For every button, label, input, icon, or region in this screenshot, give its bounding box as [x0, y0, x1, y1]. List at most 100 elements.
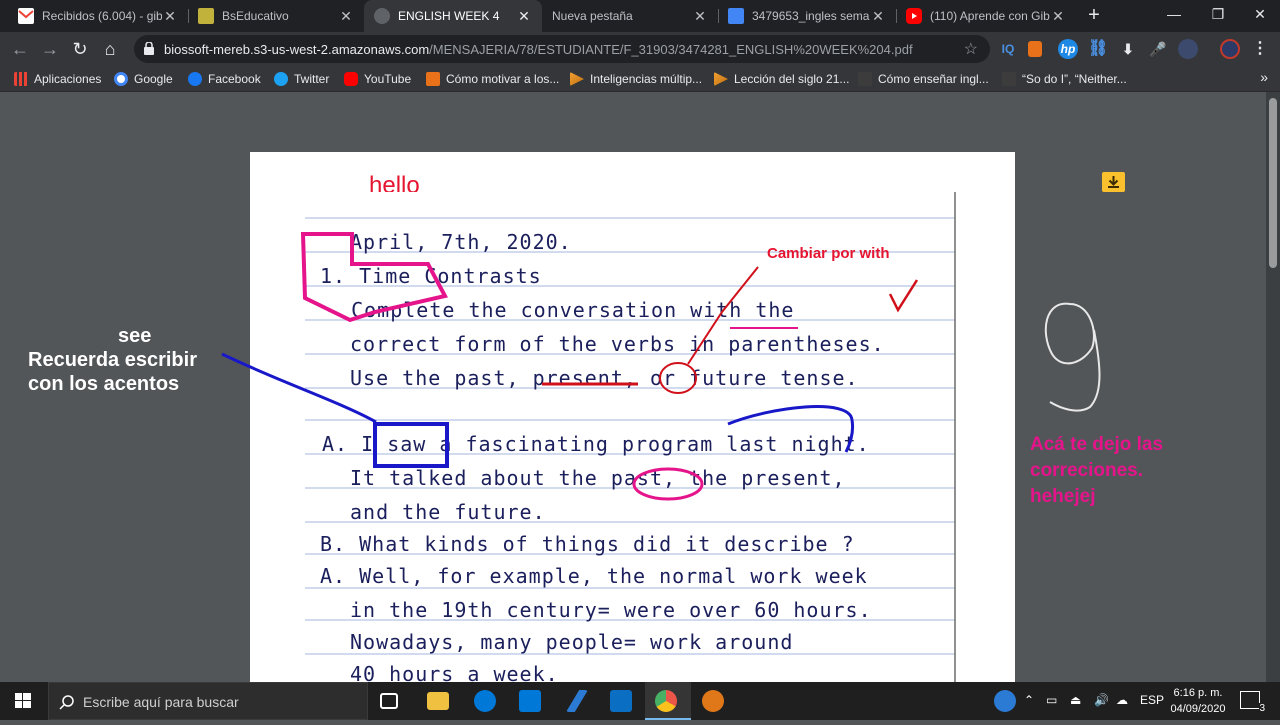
- bookmark-star-icon[interactable]: ☆: [964, 39, 978, 59]
- tab-title: Recibidos (6.004) - gibs: [42, 9, 162, 23]
- clock[interactable]: 6:16 p. m. 04/09/2020: [1166, 685, 1230, 717]
- tab-title: BsEducativo: [222, 9, 289, 23]
- close-icon[interactable]: ✕: [1050, 8, 1066, 25]
- recuerda-line: Recuerda escribir: [28, 349, 197, 371]
- bookmark-label: Aplicaciones: [34, 72, 102, 86]
- task-view-icon[interactable]: [380, 693, 398, 709]
- more-bookmarks-icon[interactable]: »: [1260, 69, 1268, 85]
- menu-dots-icon[interactable]: ⋮: [1250, 39, 1270, 59]
- blank-page-icon: [1002, 72, 1016, 86]
- forward-icon[interactable]: →: [38, 37, 62, 61]
- twitter-icon: [274, 72, 288, 86]
- notifications-icon[interactable]: 3: [1240, 691, 1265, 714]
- close-icon[interactable]: ✕: [692, 8, 708, 25]
- arrow-site-icon: [714, 72, 728, 86]
- tab-google-docs[interactable]: 3479653_ingles semana ✕: [718, 0, 896, 32]
- usb-icon[interactable]: ⏏: [1070, 693, 1081, 707]
- scrollbar-thumb[interactable]: [1269, 98, 1277, 268]
- globe-icon: [374, 8, 390, 24]
- close-window-icon[interactable]: ✕: [1238, 0, 1280, 30]
- bookmark-google[interactable]: Google: [114, 70, 173, 88]
- reload-icon[interactable]: ↻: [68, 37, 92, 61]
- tab-nueva-pestana[interactable]: Nueva pestaña ✕: [542, 0, 718, 32]
- download-icon[interactable]: [1102, 172, 1125, 192]
- minimize-icon[interactable]: —: [1152, 0, 1196, 30]
- acentos-line: con los acentos: [28, 373, 180, 395]
- bookmark-label: Cómo enseñar ingl...: [878, 72, 989, 86]
- bookmark-facebook[interactable]: Facebook: [188, 70, 261, 88]
- google-icon: [114, 72, 128, 86]
- see-text: see: [118, 325, 152, 347]
- search-placeholder: Escribe aquí para buscar: [83, 694, 239, 710]
- page-scrollbar[interactable]: [1266, 92, 1280, 682]
- corrections-line: hehejej: [1030, 486, 1096, 507]
- bookmark-leccion[interactable]: Lección del siglo 21...: [714, 70, 849, 88]
- windows-logo-icon: [15, 693, 31, 708]
- corrections-line: correciones.: [1030, 460, 1143, 481]
- ext-iq-icon[interactable]: IQ: [998, 39, 1018, 59]
- tab-youtube[interactable]: (110) Aprende con Gibs ✕: [896, 0, 1076, 32]
- close-icon[interactable]: ✕: [162, 8, 178, 25]
- back-icon[interactable]: ←: [8, 37, 32, 61]
- profile-avatar[interactable]: [1220, 39, 1240, 59]
- tab-title: (110) Aprende con Gibs: [930, 9, 1050, 23]
- tab-title: 3479653_ingles semana: [752, 9, 870, 23]
- edge-icon[interactable]: [474, 690, 496, 712]
- start-button[interactable]: [0, 682, 46, 720]
- close-icon[interactable]: ✕: [338, 8, 354, 25]
- bookmark-label: Google: [134, 72, 173, 86]
- app-lightning-icon[interactable]: [566, 690, 588, 712]
- mail-icon[interactable]: [610, 690, 632, 712]
- orange-site-icon: [426, 72, 440, 86]
- bookmark-como-ensenar[interactable]: Cómo enseñar ingl...: [858, 70, 989, 88]
- new-tab-button[interactable]: +: [1083, 4, 1105, 26]
- home-icon[interactable]: ⌂: [98, 37, 122, 61]
- bookmark-label: “So do I”, “Neither...: [1022, 72, 1127, 86]
- youtube-icon: [906, 8, 922, 24]
- lock-icon: [144, 42, 154, 55]
- extension-user-icon[interactable]: [1178, 39, 1198, 59]
- tab-title: ENGLISH WEEK 4: [398, 9, 500, 23]
- bookmark-aplicaciones[interactable]: Aplicaciones: [14, 70, 101, 88]
- bookmark-twitter[interactable]: Twitter: [274, 70, 329, 88]
- hp-icon[interactable]: hp: [1058, 39, 1078, 59]
- google-docs-icon: [728, 8, 744, 24]
- arrow-site-icon: [570, 72, 584, 86]
- blue-stroke-markup: [221, 352, 377, 424]
- bookmark-label: Twitter: [294, 72, 330, 86]
- close-icon[interactable]: ✕: [870, 8, 886, 25]
- restore-icon[interactable]: ❐: [1196, 0, 1240, 30]
- close-icon[interactable]: ✕: [516, 8, 532, 25]
- bookmark-label: Facebook: [208, 72, 261, 86]
- tab-bseducativo[interactable]: BsEducativo ✕: [188, 0, 364, 32]
- corrections-line: Acá te dejo las: [1030, 434, 1164, 455]
- bookmark-label: Cómo motivar a los...: [446, 72, 560, 86]
- help-icon[interactable]: [994, 690, 1016, 712]
- address-bar[interactable]: biossoft-mereb.s3-us-west-2.amazonaws.co…: [134, 35, 990, 63]
- language-indicator[interactable]: ESP: [1140, 693, 1164, 707]
- bookmark-so-do-i[interactable]: “So do I”, “Neither...: [1002, 70, 1127, 88]
- url-host: biossoft-mereb.s3-us-west-2.amazonaws.co…: [164, 42, 430, 57]
- app-orange-icon[interactable]: [702, 690, 724, 712]
- bookmark-como-motivar[interactable]: Cómo motivar a los...: [426, 70, 559, 88]
- chevron-up-icon[interactable]: ⌃: [1024, 693, 1034, 707]
- taskbar-search[interactable]: Escribe aquí para buscar: [48, 682, 368, 720]
- file-explorer-icon[interactable]: [427, 692, 449, 710]
- download-ext-icon[interactable]: ⬇: [1118, 39, 1138, 59]
- network-icon[interactable]: ▭: [1046, 693, 1057, 707]
- blank-page-icon: [858, 72, 872, 86]
- bookmark-inteligencias[interactable]: Inteligencias múltip...: [570, 70, 702, 88]
- tab-title: Nueva pestaña: [552, 9, 633, 23]
- bookmark-label: YouTube: [364, 72, 412, 86]
- tab-gmail[interactable]: Recibidos (6.004) - gibs ✕: [8, 0, 188, 32]
- microphone-icon[interactable]: 🎤: [1148, 39, 1168, 59]
- link-icon[interactable]: ⛓: [1088, 39, 1108, 59]
- office-icon[interactable]: [1028, 41, 1042, 57]
- bookmark-youtube[interactable]: YouTube: [344, 70, 411, 88]
- youtube-icon: [344, 72, 358, 86]
- volume-icon[interactable]: 🔊: [1094, 693, 1109, 707]
- notification-count: 3: [1259, 703, 1265, 714]
- store-icon[interactable]: [519, 690, 541, 712]
- tab-english-week-4[interactable]: ENGLISH WEEK 4 ✕: [364, 0, 542, 32]
- cloud-icon[interactable]: ☁: [1116, 693, 1128, 707]
